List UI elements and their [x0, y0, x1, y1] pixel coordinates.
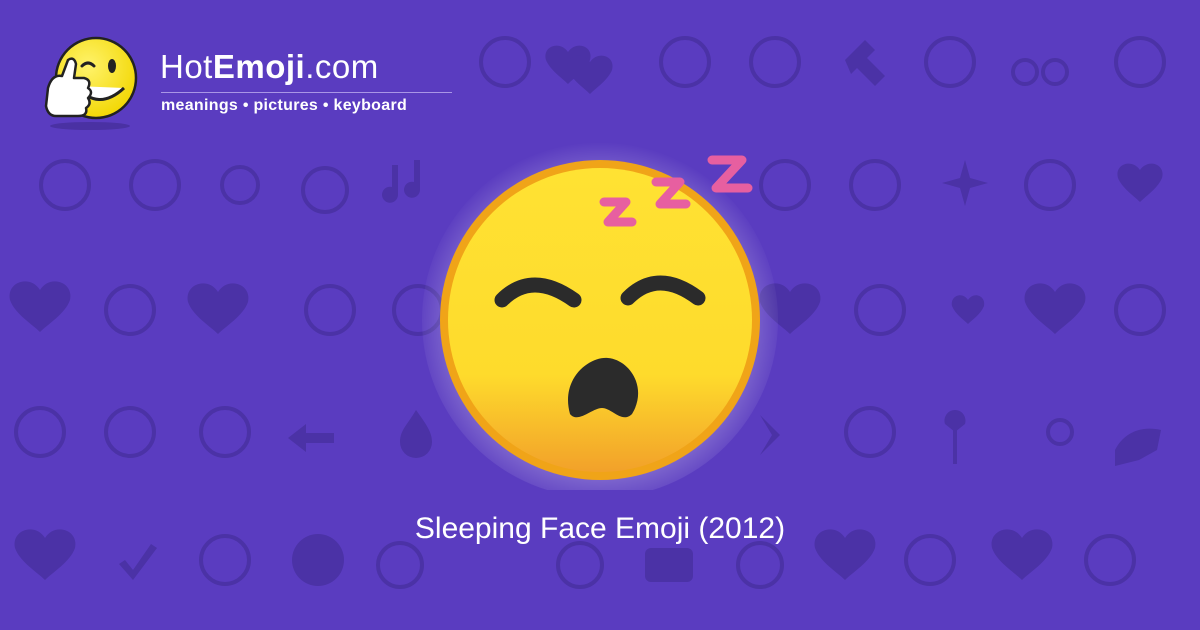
site-logo[interactable]: HotEmoji.com meanings • pictures • keybo… — [40, 36, 470, 131]
site-tagline: meanings • pictures • keyboard — [161, 97, 408, 114]
winking-thumbs-up-face-icon — [44, 36, 138, 130]
sleeping-face-icon — [422, 142, 778, 490]
pattern-row-1 — [479, 36, 1166, 94]
emoji-caption: Sleeping Face Emoji (2012) — [414, 512, 786, 545]
logo-divider — [161, 92, 452, 93]
site-name: HotEmoji.com — [160, 48, 379, 85]
